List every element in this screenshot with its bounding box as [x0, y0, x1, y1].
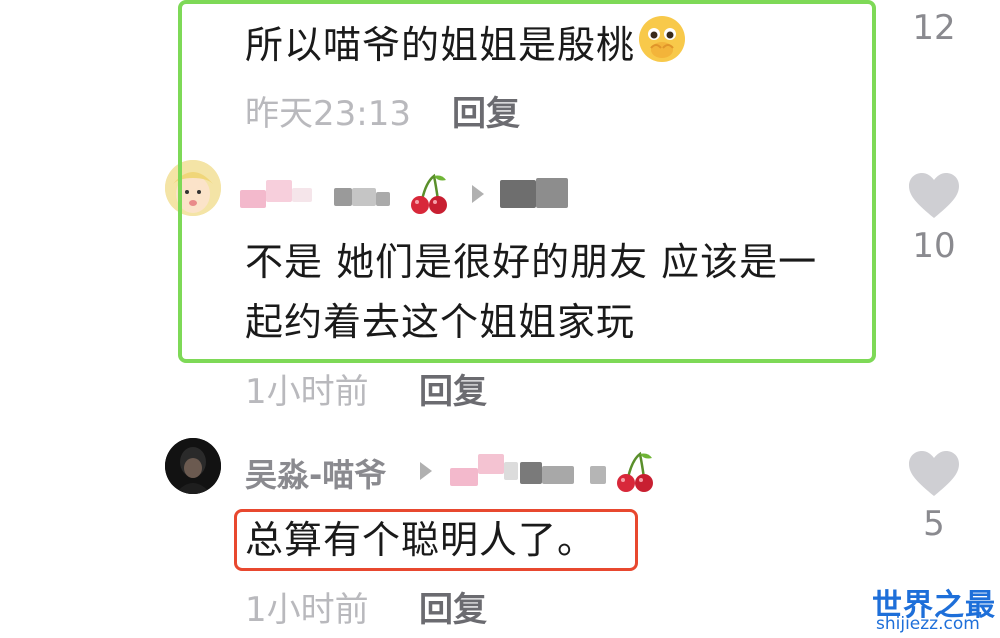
like-count: 10	[912, 226, 956, 266]
reply-button[interactable]: 回复	[419, 364, 487, 413]
comment-time: 1小时前	[245, 372, 369, 412]
like-count: 12	[912, 8, 956, 48]
reply-button[interactable]: 回复	[419, 582, 487, 631]
heart-like-icon[interactable]	[907, 172, 961, 224]
reply-arrow-icon	[420, 462, 432, 480]
heart-like-icon[interactable]	[907, 450, 961, 502]
username[interactable]: 吴淼-喵爷	[245, 450, 386, 496]
reply-target-blurred[interactable]	[450, 450, 620, 490]
comment-text: 总算有个聪明人了。	[245, 518, 597, 562]
avatar[interactable]	[165, 438, 221, 494]
comment-time: 1小时前	[245, 590, 369, 630]
cherry-icon	[614, 450, 656, 498]
watermark-url: shijiezz.com	[876, 614, 980, 634]
highlight-box-green	[178, 0, 876, 363]
like-count: 5	[923, 504, 945, 544]
